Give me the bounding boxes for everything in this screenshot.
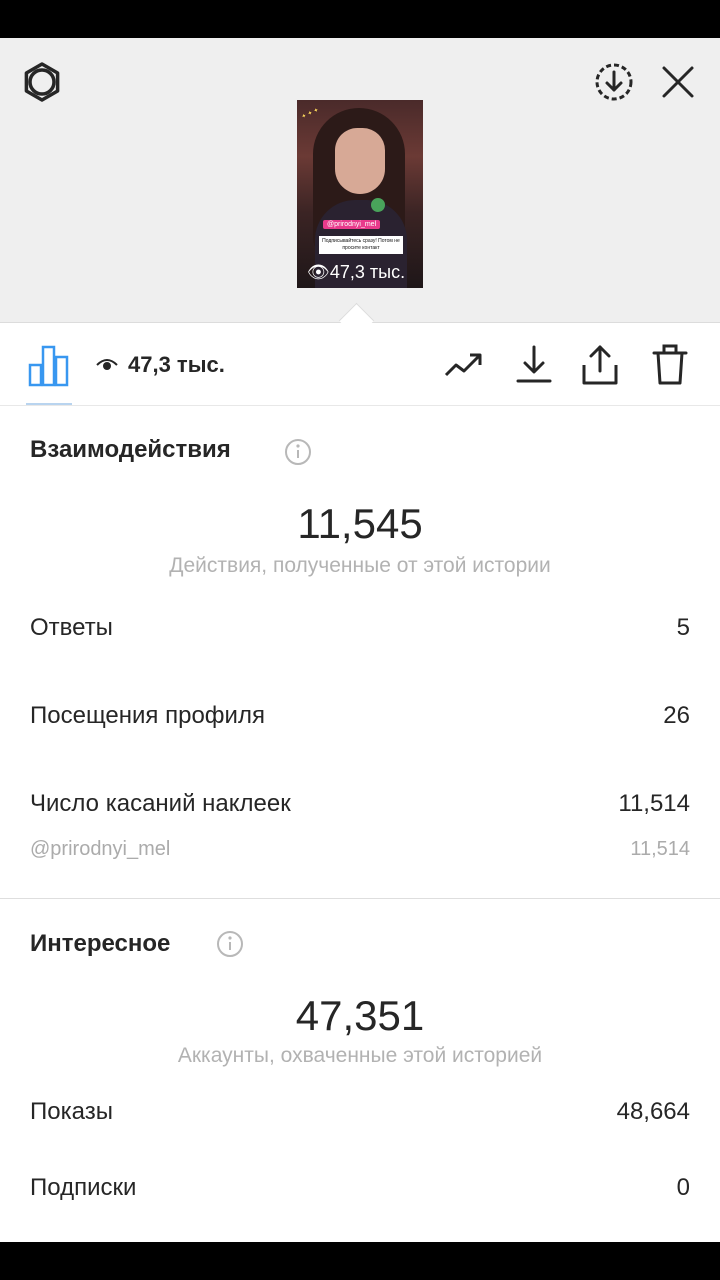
discovery-total: 47,351 [295,992,425,1039]
clover-icon [371,198,385,212]
save-circle-icon[interactable] [592,60,636,104]
sticker-taps-value: 11,514 [618,790,690,817]
active-tab-indicator [26,403,72,405]
sticker-mention-value: 11,514 [630,838,690,860]
story-thumbnail[interactable]: ✦ ✦ ✦ @prirodnyi_mel Подписывайтесь сраз… [297,100,423,288]
profile-visits-value: 26 [663,702,690,729]
discovery-title: Интересное [30,930,171,957]
bar-chart-icon[interactable] [26,343,72,387]
eye-icon: 👁 [307,262,330,282]
trash-icon[interactable] [648,343,692,387]
info-icon[interactable] [284,438,312,466]
close-icon[interactable] [656,60,700,104]
profile-visits-label: Посещения профиля [30,702,265,729]
download-icon[interactable] [512,343,556,387]
thumbnail-caption: ✦ ✦ ✦ [300,107,321,121]
thumbnail-sticker-text: Подписывайтесь сразу! Потом не просите к… [319,236,403,254]
interactions-total: 11,545 [297,500,423,547]
interactions-title: Взаимодействия [30,436,231,463]
info-icon[interactable] [216,930,244,958]
interactions-caption: Действия, полученные от этой истории [169,554,551,577]
story-preview-area: ✦ ✦ ✦ @prirodnyi_mel Подписывайтесь сраз… [0,38,720,323]
replies-label: Ответы [30,614,113,641]
sticker-mention-label[interactable]: @prirodnyi_mel [30,838,170,861]
trending-icon[interactable] [442,343,486,387]
sticker-taps-label: Число касаний наклеек [30,790,291,817]
thumbnail-face [335,128,385,194]
impressions-value: 48,664 [616,1098,690,1125]
gear-icon[interactable] [20,60,64,104]
discovery-caption: Аккаунты, охваченные этой историей [177,1044,543,1067]
insights-toolbar: 47,3 тыс. [0,323,720,406]
story-insights-screen: ✦ ✦ ✦ @prirodnyi_mel Подписывайтесь сраз… [0,38,720,1242]
thumbnail-mention: @prirodnyi_mel [323,220,381,229]
views-count: 47,3 тыс. [128,352,225,377]
thumbnail-views: 👁47,3 тыс. [307,262,405,283]
impressions-label: Показы [30,1098,113,1125]
follows-label: Подписки [30,1174,137,1201]
thumbnail-views-count: 47,3 тыс. [329,262,406,282]
follows-value: 0 [676,1174,690,1201]
replies-value: 5 [676,614,690,641]
eye-icon [96,359,118,370]
section-divider [0,898,720,899]
share-icon[interactable] [578,343,622,387]
